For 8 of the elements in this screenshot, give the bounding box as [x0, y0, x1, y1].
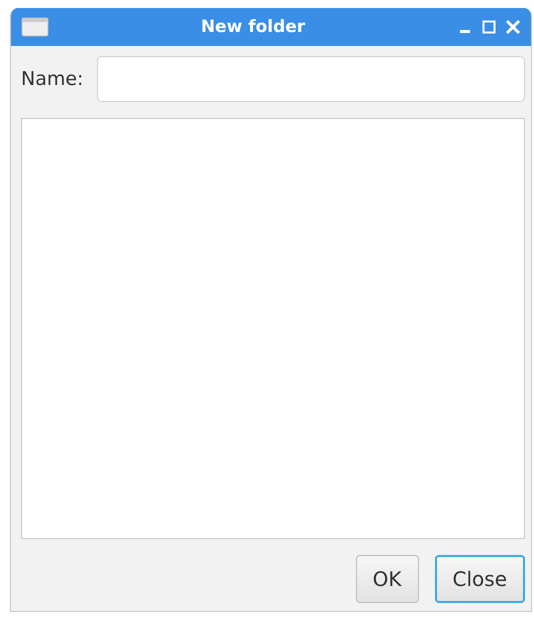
- window-title: New folder: [200, 17, 306, 37]
- window-icon: [21, 17, 49, 37]
- maximize-icon[interactable]: [481, 19, 497, 35]
- close-button[interactable]: Close: [434, 555, 525, 603]
- name-field[interactable]: [97, 56, 525, 102]
- name-label: Name:: [21, 68, 84, 90]
- close-icon[interactable]: [505, 19, 521, 35]
- ok-button[interactable]: OK: [356, 555, 419, 603]
